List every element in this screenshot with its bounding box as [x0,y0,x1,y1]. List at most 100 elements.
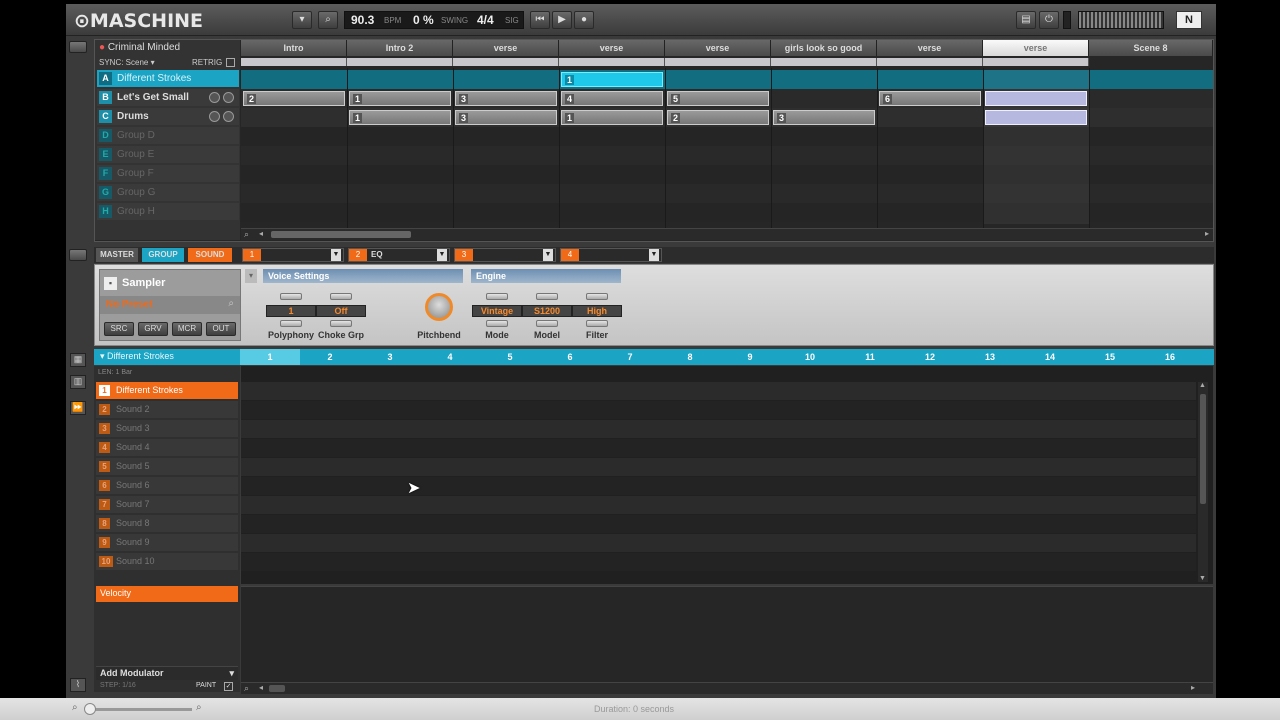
chevron-down-icon[interactable]: ▾ [245,269,257,283]
param-value[interactable]: S1200 [522,305,572,317]
scene-header[interactable]: verse [453,40,559,56]
scene-header[interactable]: Scene 8 [1089,40,1213,56]
increment-icon[interactable] [486,293,508,300]
group-row-b[interactable]: B Let's Get Small [97,89,239,106]
pattern-clip[interactable]: 4 [561,91,663,106]
group-row-a[interactable]: A Different Strokes [97,70,239,87]
sound-row-7[interactable]: 7 Sound 7 [96,496,238,513]
scene-length-bar[interactable] [665,58,771,66]
mute-knob-icon[interactable] [209,92,220,103]
step-row[interactable] [241,534,1196,552]
increment-icon[interactable] [586,293,608,300]
tab-master[interactable]: MASTER [96,248,138,262]
step-number[interactable]: 11 [840,349,900,365]
zoom-slider-handle[interactable] [84,703,96,715]
sound-row-8[interactable]: 8 Sound 8 [96,515,238,532]
automation-icon[interactable]: ⌇ [70,678,86,692]
step-number[interactable]: 8 [660,349,720,365]
group-row-c[interactable]: C Drums [97,108,239,125]
volume-slider[interactable] [1078,11,1164,29]
swing-value[interactable]: 0 % [413,13,434,27]
pattern-clip[interactable]: 1 [349,91,451,106]
follow-icon[interactable]: ⏩ [70,401,86,415]
step-grid[interactable]: ▲ ▼ [241,366,1213,584]
solo-knob-icon[interactable] [223,92,234,103]
song-name[interactable]: Criminal Minded [108,42,180,53]
step-number[interactable]: 16 [1140,349,1200,365]
pattern-clip[interactable]: 2 [667,110,769,125]
increment-icon[interactable] [330,293,352,300]
record-button[interactable]: ● [574,11,594,29]
mcr-button[interactable]: MCR [172,322,202,336]
keyboard-view-button[interactable]: ▤ [1016,11,1036,29]
preset-selector[interactable]: No Preset ⌕ [100,296,240,314]
zoom-in-icon[interactable]: ⌕ [196,702,202,713]
tempo-value[interactable]: 90.3 [351,13,374,27]
increment-icon[interactable] [536,293,558,300]
plugin-slot-1[interactable]: 1 ▼ [242,248,344,262]
power-button[interactable]: ⏻ [1039,11,1059,29]
scroll-up-icon[interactable]: ▲ [1199,382,1206,389]
menu-dropdown-button[interactable]: ▾ [292,11,312,29]
tab-group[interactable]: GROUP [142,248,184,262]
scroll-left-icon[interactable]: ◂ [259,229,263,238]
scene-length-bar[interactable] [347,58,453,66]
step-number[interactable]: 9 [720,349,780,365]
pitchbend-knob-icon[interactable] [425,293,453,321]
param-value[interactable]: Vintage [472,305,522,317]
plugin-slot-2[interactable]: 2 EQ ▼ [348,248,450,262]
chevron-down-icon[interactable]: ▼ [331,249,341,261]
pattern-clip[interactable]: 1 [561,72,663,87]
collapse-arranger-button[interactable] [69,41,87,53]
sound-row-1[interactable]: 1 Different Strokes [96,382,238,399]
sound-row-4[interactable]: 4 Sound 4 [96,439,238,456]
sound-row-9[interactable]: 9 Sound 9 [96,534,238,551]
decrement-icon[interactable] [586,320,608,327]
step-number[interactable]: 5 [480,349,540,365]
pattern-clip[interactable]: 3 [455,110,557,125]
step-row[interactable] [241,515,1196,533]
step-number[interactable]: 4 [420,349,480,365]
step-number[interactable]: 7 [600,349,660,365]
pattern-length[interactable]: LEN: 1 Bar [98,369,132,376]
group-row-h[interactable]: H Group H [97,203,239,220]
scene-header[interactable]: verse [665,40,771,56]
tab-sound[interactable]: SOUND [188,248,232,262]
step-row[interactable] [241,401,1196,419]
retrig-checkbox[interactable] [226,58,235,67]
chevron-down-icon[interactable]: ▼ [649,249,659,261]
scene-length-bar[interactable] [771,58,877,66]
scene-header-selected[interactable]: verse [983,40,1089,56]
solo-knob-icon[interactable] [223,111,234,122]
step-number[interactable]: 14 [1020,349,1080,365]
zoom-icon[interactable]: ⌕ [244,229,249,240]
step-number[interactable]: 10 [780,349,840,365]
scroll-down-icon[interactable]: ▼ [1199,575,1206,582]
scene-length-bar[interactable] [877,58,983,66]
scroll-thumb[interactable] [1200,394,1206,504]
scroll-right-icon[interactable]: ▸ [1191,683,1195,692]
step-number[interactable]: 12 [900,349,960,365]
group-row-e[interactable]: E Group E [97,146,239,163]
zoom-slider[interactable] [86,708,192,711]
step-row[interactable] [241,420,1196,438]
scene-length-bar[interactable] [559,58,665,66]
step-row[interactable] [241,553,1196,571]
scene-header[interactable]: Intro 2 [347,40,453,56]
pattern-clip[interactable]: 2 [243,91,345,106]
vertical-scrollbar[interactable]: ▲ ▼ [1198,382,1208,582]
decrement-icon[interactable] [280,320,302,327]
pattern-clip[interactable]: 3 [455,91,557,106]
keyboard-view-icon[interactable]: ▥ [70,375,86,389]
pattern-clip-selected[interactable] [985,91,1087,106]
param-value[interactable]: High [572,305,622,317]
sound-row-5[interactable]: 5 Sound 5 [96,458,238,475]
pattern-clip[interactable]: 1 [349,110,451,125]
scroll-thumb[interactable] [269,685,285,692]
scene-length-bar[interactable] [453,58,559,66]
step-number[interactable]: 15 [1080,349,1140,365]
scene-header[interactable]: Intro [241,40,347,56]
scene-header[interactable]: verse [559,40,665,56]
step-row[interactable] [241,382,1196,400]
scene-length-bar[interactable] [241,58,347,66]
